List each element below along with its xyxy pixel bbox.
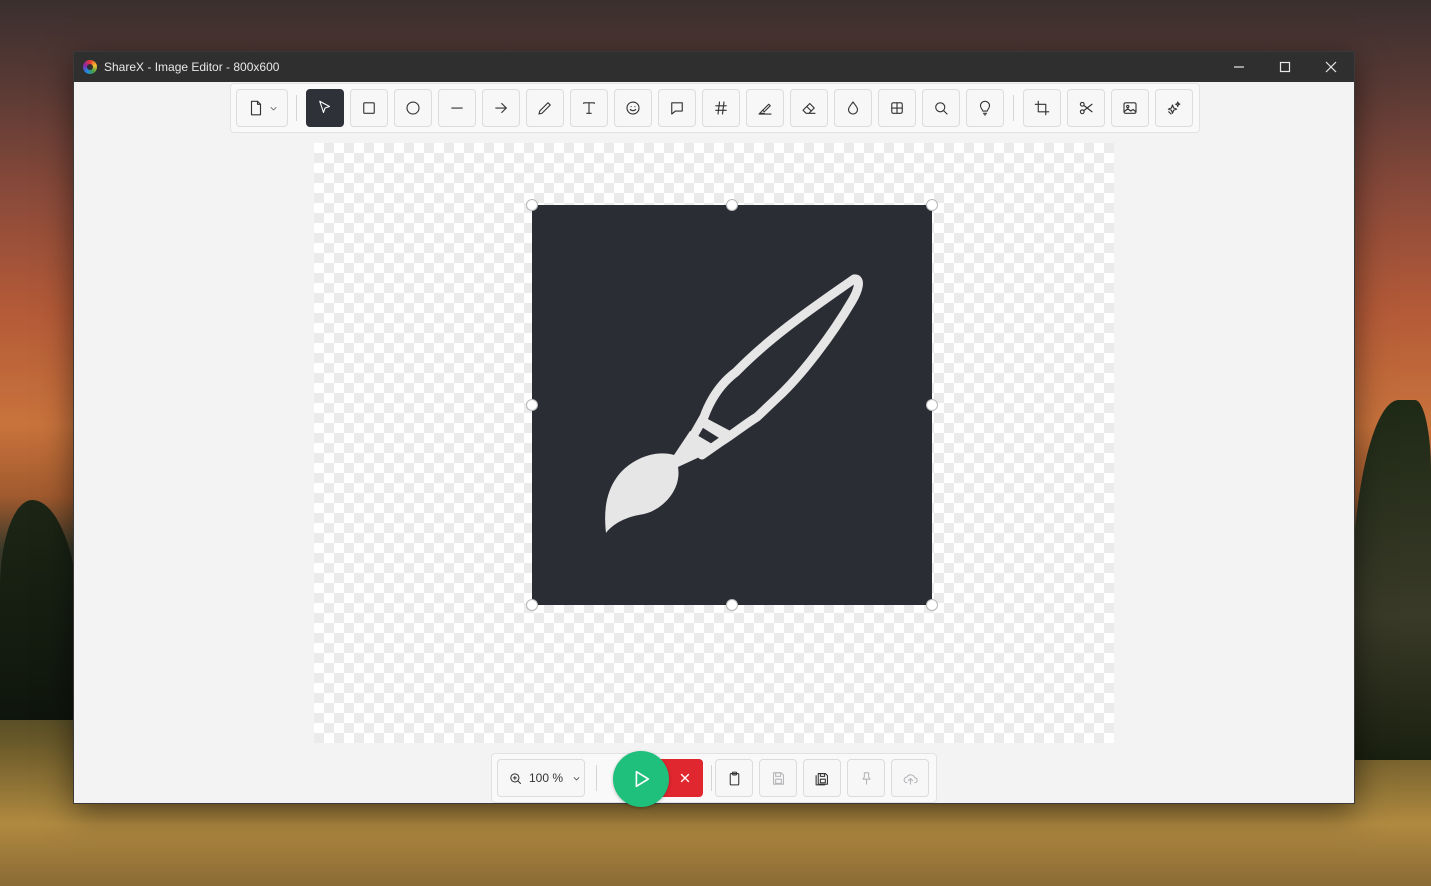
upload-icon bbox=[903, 773, 918, 785]
clipboard-icon bbox=[729, 771, 739, 785]
upload-button[interactable] bbox=[891, 759, 929, 797]
wallpaper-trees-right bbox=[1351, 400, 1431, 760]
rectangle-tool[interactable] bbox=[350, 89, 388, 127]
image-object[interactable] bbox=[532, 205, 932, 605]
highlighter-icon bbox=[758, 103, 772, 115]
step-tool[interactable] bbox=[702, 89, 740, 127]
close-icon bbox=[680, 773, 690, 783]
resize-handle-top-left[interactable] bbox=[526, 199, 538, 211]
rectangle-icon bbox=[363, 102, 375, 114]
line-tool[interactable] bbox=[438, 89, 476, 127]
resize-handle-bottom[interactable] bbox=[726, 599, 738, 611]
select-tool[interactable] bbox=[306, 89, 344, 127]
image-editor-window: ShareX - Image Editor - 800x600 100 % bbox=[73, 51, 1355, 807]
speech-bubble-icon bbox=[671, 102, 683, 115]
maximize-icon bbox=[1279, 61, 1291, 73]
close-button[interactable] bbox=[1308, 52, 1354, 82]
sticker-tool[interactable] bbox=[1155, 89, 1193, 127]
pencil-icon bbox=[538, 102, 551, 115]
sharex-logo-icon bbox=[83, 60, 97, 74]
highlight-tool[interactable] bbox=[746, 89, 784, 127]
toolbar-separator bbox=[1013, 95, 1014, 121]
eraser-icon bbox=[802, 102, 816, 114]
text-tool[interactable] bbox=[570, 89, 608, 127]
title-bar[interactable]: ShareX - Image Editor - 800x600 bbox=[74, 52, 1354, 82]
resize-handle-bottom-left[interactable] bbox=[526, 599, 538, 611]
toolbar-separator bbox=[296, 95, 297, 121]
blur-tool[interactable] bbox=[834, 89, 872, 127]
freehand-tool[interactable] bbox=[526, 89, 564, 127]
bottombar-separator bbox=[711, 765, 712, 791]
close-icon bbox=[1325, 61, 1337, 73]
file-icon bbox=[250, 100, 261, 116]
pin-icon bbox=[861, 771, 871, 785]
lightbulb-icon bbox=[979, 100, 991, 116]
editor-canvas[interactable] bbox=[314, 143, 1114, 743]
cut-out-tool[interactable] bbox=[1067, 89, 1105, 127]
paintbrush-icon bbox=[605, 274, 863, 533]
run-button[interactable] bbox=[613, 751, 669, 807]
image-icon bbox=[1123, 102, 1137, 114]
pixelate-tool[interactable] bbox=[878, 89, 916, 127]
magnify-tool[interactable] bbox=[922, 89, 960, 127]
ellipse-icon bbox=[406, 101, 420, 115]
play-icon bbox=[635, 770, 650, 788]
save-as-button[interactable] bbox=[803, 759, 841, 797]
tool-bar bbox=[230, 83, 1200, 133]
maximize-button[interactable] bbox=[1262, 52, 1308, 82]
save-as-icon bbox=[815, 772, 828, 785]
minimize-icon bbox=[1234, 66, 1244, 68]
resize-handle-right[interactable] bbox=[926, 399, 938, 411]
crop-icon bbox=[1034, 100, 1050, 116]
arrow-tool[interactable] bbox=[482, 89, 520, 127]
chevron-down-icon bbox=[270, 106, 276, 110]
save-button[interactable] bbox=[759, 759, 797, 797]
scissors-icon bbox=[1079, 101, 1093, 115]
resize-handle-bottom-right[interactable] bbox=[926, 599, 938, 611]
zoom-in-icon bbox=[510, 772, 521, 784]
cursor-icon bbox=[319, 100, 331, 114]
crop-tool[interactable] bbox=[1023, 89, 1061, 127]
sparkle-icon bbox=[1167, 101, 1181, 115]
zoom-dropdown[interactable]: 100 % bbox=[497, 759, 585, 797]
new-image-button[interactable] bbox=[236, 89, 288, 127]
droplet-icon bbox=[847, 101, 859, 115]
hash-icon bbox=[715, 101, 727, 115]
line-icon bbox=[451, 107, 463, 109]
text-icon bbox=[583, 102, 595, 114]
speech-balloon-tool[interactable] bbox=[658, 89, 696, 127]
smiley-icon bbox=[626, 101, 640, 115]
resize-handle-top[interactable] bbox=[726, 199, 738, 211]
window-title: ShareX - Image Editor - 800x600 bbox=[104, 60, 280, 74]
resize-handle-top-right[interactable] bbox=[926, 199, 938, 211]
spotlight-tool[interactable] bbox=[966, 89, 1004, 127]
resize-handle-left[interactable] bbox=[526, 399, 538, 411]
bottombar-separator bbox=[596, 765, 597, 791]
wallpaper-trees-left bbox=[0, 500, 80, 720]
arrow-icon bbox=[495, 102, 507, 114]
zoom-label: 100 % bbox=[529, 771, 564, 785]
chevron-down-icon bbox=[573, 776, 580, 781]
image-tool[interactable] bbox=[1111, 89, 1149, 127]
eraser-tool[interactable] bbox=[790, 89, 828, 127]
emoji-tool[interactable] bbox=[614, 89, 652, 127]
magnifier-icon bbox=[935, 102, 948, 115]
bottom-bar: 100 % bbox=[491, 751, 937, 807]
minimize-button[interactable] bbox=[1216, 52, 1262, 82]
pin-to-screen-button[interactable] bbox=[847, 759, 885, 797]
ellipse-tool[interactable] bbox=[394, 89, 432, 127]
copy-to-clipboard-button[interactable] bbox=[715, 759, 753, 797]
grid-icon bbox=[891, 102, 903, 114]
save-icon bbox=[772, 771, 784, 785]
